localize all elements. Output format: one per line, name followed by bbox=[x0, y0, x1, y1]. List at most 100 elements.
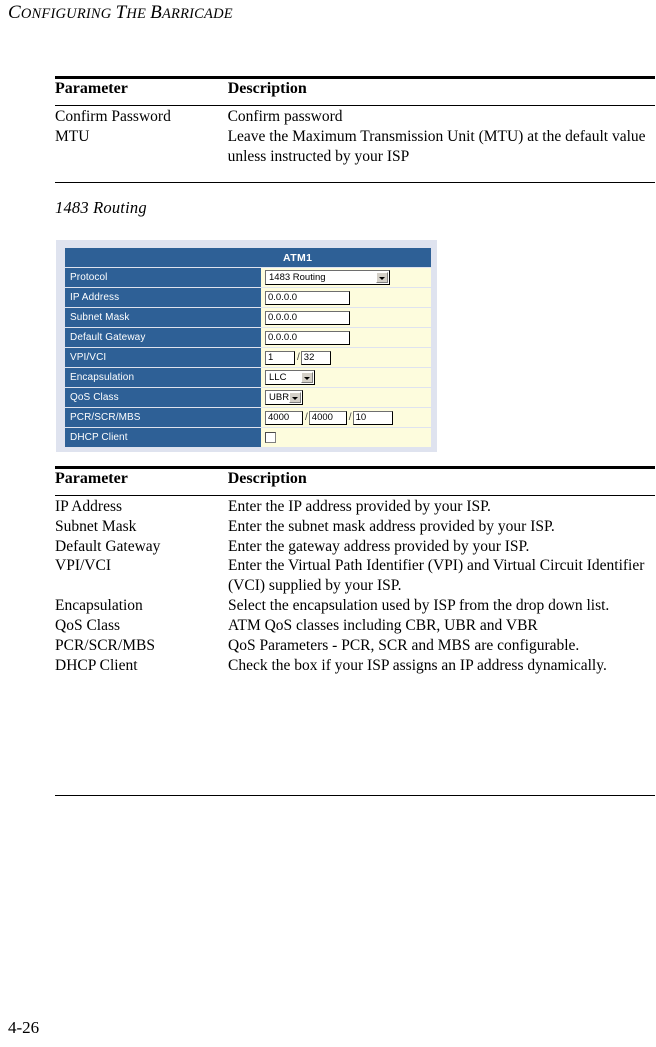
column-header-description: Description bbox=[227, 470, 307, 487]
qos-class-select-value: UBR bbox=[269, 392, 290, 403]
scr-input[interactable]: 4000 bbox=[308, 410, 347, 425]
label-qos-class: QoS Class bbox=[65, 388, 261, 407]
running-head-rest-1: ONFIGURING bbox=[20, 6, 112, 22]
parameter-table-top-body: Confirm Password Confirm password MTU Le… bbox=[55, 107, 655, 166]
label-ip-address: IP Address bbox=[65, 288, 261, 307]
chevron-down-icon[interactable] bbox=[376, 272, 388, 283]
cell-description: Select the encapsulation used by ISP fro… bbox=[228, 597, 610, 615]
config-row-dhcp-client: DHCP Client bbox=[65, 428, 431, 447]
label-dhcp-client: DHCP Client bbox=[65, 428, 261, 447]
cell-description: Enter the gateway address provided by yo… bbox=[228, 537, 530, 555]
pcr-input[interactable]: 4000 bbox=[265, 410, 303, 425]
table-top-rule-header bbox=[55, 105, 655, 107]
config-header-atm1: ATM1 bbox=[261, 248, 431, 267]
running-head-cap-2: T bbox=[115, 2, 127, 23]
parameter-table-bottom: Parameter Description bbox=[55, 469, 655, 489]
cell-parameter: VPI/VCI bbox=[55, 557, 111, 575]
cell-description: Leave the Maximum Transmission Unit (MTU… bbox=[227, 127, 646, 165]
config-row-qos-class: QoS Class UBR bbox=[65, 388, 431, 407]
cell-parameter: IP Address bbox=[55, 498, 123, 515]
cell-parameter: QoS Class bbox=[55, 616, 121, 634]
atm-configuration-table: ATM1 Protocol 1483 Routing IP Address 0.… bbox=[65, 247, 431, 448]
cell-description: Confirm password bbox=[227, 108, 343, 125]
table-top-rule-bottom bbox=[55, 182, 655, 184]
value-default-gateway: 0.0.0.0 bbox=[261, 328, 431, 347]
cell-parameter: PCR/SCR/MBS bbox=[55, 636, 155, 654]
table-bottom-rule-bottom bbox=[55, 795, 655, 797]
table-row: Confirm Password Confirm password bbox=[55, 107, 655, 127]
value-subnet-mask: 0.0.0.0 bbox=[261, 308, 431, 327]
cell-description: QoS Parameters - PCR, SCR and MBS are co… bbox=[228, 636, 580, 654]
table-row: VPI/VCI Enter the Virtual Path Identifie… bbox=[55, 556, 655, 596]
running-head-rest-2: HE bbox=[126, 6, 147, 22]
column-header-parameter: Parameter bbox=[55, 80, 128, 97]
table-header-row: Parameter Description bbox=[55, 79, 655, 99]
cell-parameter: Confirm Password bbox=[55, 108, 171, 125]
cell-description: ATM QoS classes including CBR, UBR and V… bbox=[228, 616, 538, 634]
config-row-vpi-vci: VPI/VCI 1/32 bbox=[65, 348, 431, 367]
cell-parameter: Default Gateway bbox=[55, 537, 161, 555]
vci-input[interactable]: 32 bbox=[300, 350, 331, 365]
subnet-mask-input[interactable]: 0.0.0.0 bbox=[265, 310, 350, 325]
table-row: QoS Class ATM QoS classes including CBR,… bbox=[55, 616, 655, 636]
config-row-protocol: Protocol 1483 Routing bbox=[65, 268, 431, 287]
label-vpi-vci: VPI/VCI bbox=[65, 348, 261, 367]
cell-parameter: Encapsulation bbox=[55, 597, 143, 615]
running-head: CONFIGURING THE BARRICADE bbox=[8, 2, 233, 24]
encapsulation-select[interactable]: LLC bbox=[265, 370, 315, 385]
cell-description: Check the box if your ISP assigns an IP … bbox=[228, 656, 607, 674]
encapsulation-select-value: LLC bbox=[269, 372, 287, 383]
config-row-default-gateway: Default Gateway 0.0.0.0 bbox=[65, 328, 431, 347]
parameter-table-top: Parameter Description bbox=[55, 79, 655, 99]
table-row: MTU Leave the Maximum Transmission Unit … bbox=[55, 127, 655, 167]
running-head-cap-3: B bbox=[150, 2, 162, 23]
value-dhcp-client bbox=[261, 428, 431, 447]
label-default-gateway: Default Gateway bbox=[65, 328, 261, 347]
value-ip-address: 0.0.0.0 bbox=[261, 288, 431, 307]
page-number: 4-26 bbox=[8, 1018, 40, 1037]
router-config-screenshot: ATM1 Protocol 1483 Routing IP Address 0.… bbox=[56, 240, 437, 452]
value-encapsulation: LLC bbox=[261, 368, 431, 387]
label-pcr-scr-mbs: PCR/SCR/MBS bbox=[65, 408, 261, 427]
dhcp-client-checkbox[interactable] bbox=[265, 431, 276, 443]
config-header-row: ATM1 bbox=[65, 248, 431, 267]
table-bottom-rule-header bbox=[55, 495, 655, 497]
table-row: IP Address Enter the IP address provided… bbox=[55, 497, 655, 517]
column-header-parameter: Parameter bbox=[55, 470, 128, 487]
table-header-row: Parameter Description bbox=[55, 469, 655, 489]
cell-description: Enter the subnet mask address provided b… bbox=[228, 517, 555, 535]
table-row: Encapsulation Select the encapsulation u… bbox=[55, 596, 655, 616]
table-row: Subnet Mask Enter the subnet mask addres… bbox=[55, 517, 655, 537]
label-subnet-mask: Subnet Mask bbox=[65, 308, 261, 327]
cell-parameter: Subnet Mask bbox=[55, 517, 137, 535]
protocol-select[interactable]: 1483 Routing bbox=[265, 270, 390, 285]
chevron-down-icon[interactable] bbox=[289, 392, 301, 403]
config-row-subnet-mask: Subnet Mask 0.0.0.0 bbox=[65, 308, 431, 327]
table-row: PCR/SCR/MBS QoS Parameters - PCR, SCR an… bbox=[55, 636, 655, 656]
protocol-select-value: 1483 Routing bbox=[269, 272, 326, 283]
config-row-encapsulation: Encapsulation LLC bbox=[65, 368, 431, 387]
value-protocol: 1483 Routing bbox=[261, 268, 431, 287]
value-qos-class: UBR bbox=[261, 388, 431, 407]
parameter-table-bottom-body: IP Address Enter the IP address provided… bbox=[55, 497, 655, 675]
qos-class-select[interactable]: UBR bbox=[265, 390, 303, 405]
label-encapsulation: Encapsulation bbox=[65, 368, 261, 387]
config-row-ip-address: IP Address 0.0.0.0 bbox=[65, 288, 431, 307]
cell-description: Enter the IP address provided by your IS… bbox=[228, 498, 491, 515]
chevron-down-icon[interactable] bbox=[301, 372, 313, 383]
default-gateway-input[interactable]: 0.0.0.0 bbox=[265, 330, 350, 345]
value-pcr-scr-mbs: 4000/4000/10 bbox=[261, 408, 431, 427]
running-head-rest-3: ARRICADE bbox=[161, 6, 233, 22]
cell-parameter: DHCP Client bbox=[55, 656, 138, 674]
cell-parameter: MTU bbox=[55, 127, 90, 145]
ip-address-input[interactable]: 0.0.0.0 bbox=[265, 290, 350, 305]
cell-description: Enter the Virtual Path Identifier (VPI) … bbox=[228, 557, 645, 595]
table-row: DHCP Client Check the box if your ISP as… bbox=[55, 656, 655, 676]
mbs-input[interactable]: 10 bbox=[352, 410, 393, 425]
value-vpi-vci: 1/32 bbox=[261, 348, 431, 367]
config-row-pcr-scr-mbs: PCR/SCR/MBS 4000/4000/10 bbox=[65, 408, 431, 427]
section-heading: 1483 Routing bbox=[55, 198, 147, 217]
vpi-input[interactable]: 1 bbox=[265, 350, 295, 365]
table-row: Default Gateway Enter the gateway addres… bbox=[55, 537, 655, 557]
column-header-description: Description bbox=[227, 80, 307, 97]
